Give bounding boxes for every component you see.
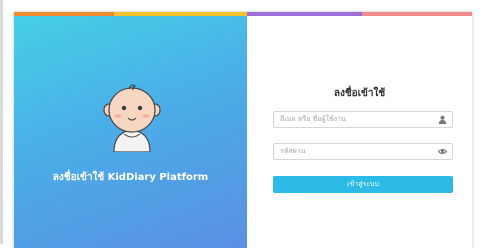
form-title: ลงชื่อเข้าใช้ xyxy=(333,88,386,99)
password-placeholder: รหัสผ่าน xyxy=(280,147,306,155)
window-edge xyxy=(0,0,3,244)
email-placeholder: อีเมล หรือ ชื่อผู้ใช้งาน xyxy=(280,115,346,123)
hero-title: ลงชื่อเข้าใช้ KidDiary Platform xyxy=(52,172,209,183)
email-input[interactable]: อีเมล หรือ ชื่อผู้ใช้งาน xyxy=(273,111,453,128)
eye-icon[interactable] xyxy=(438,147,447,156)
login-button[interactable]: เข้าสู่ระบบ xyxy=(273,176,453,193)
login-form: ลงชื่อเข้าใช้ อีเมล หรือ ชื่อผู้ใช้งาน ร… xyxy=(247,16,472,248)
hero-panel: ลงชื่อเข้าใช้ KidDiary Platform xyxy=(14,16,247,248)
login-card: ลงชื่อเข้าใช้ KidDiary Platform ลงชื่อเข… xyxy=(14,12,472,248)
user-icon xyxy=(438,115,447,124)
password-input[interactable]: รหัสผ่าน xyxy=(273,143,453,160)
baby-face-icon xyxy=(103,84,161,152)
